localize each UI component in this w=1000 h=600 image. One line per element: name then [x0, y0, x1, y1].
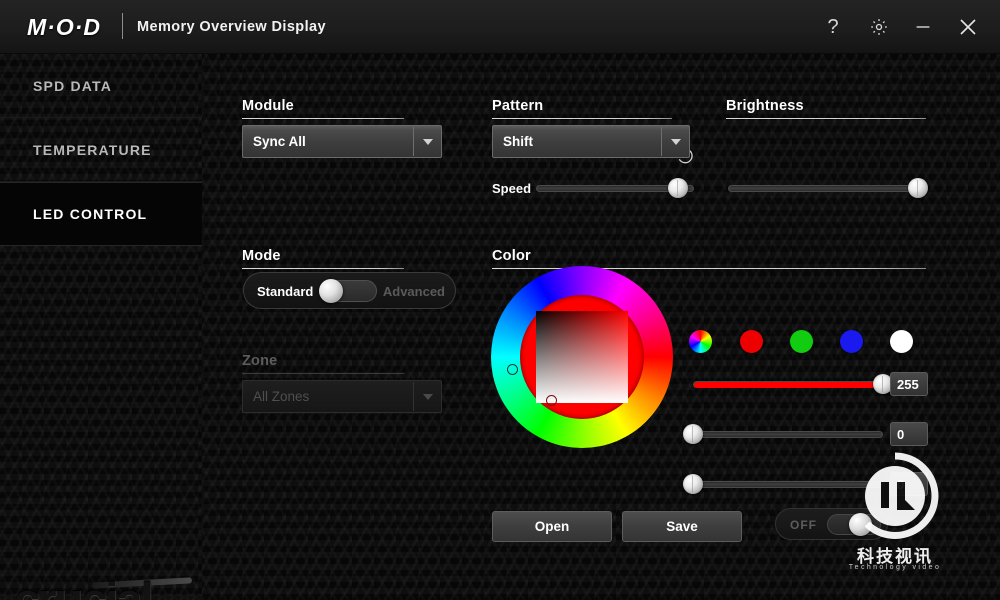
brand-separator — [122, 13, 123, 39]
close-icon — [960, 19, 976, 35]
led-power-label: OFF — [790, 518, 817, 532]
pattern-dropdown-value: Shift — [503, 134, 533, 149]
dropdown-separator — [413, 127, 414, 156]
blue-value-input[interactable]: 0 — [890, 472, 928, 496]
hue-marker[interactable] — [506, 363, 518, 375]
sidebar-item-label: SPD DATA — [33, 77, 113, 94]
zone-heading: Zone — [242, 353, 278, 369]
green-channel-slider[interactable] — [683, 424, 883, 446]
swatch-red[interactable] — [740, 330, 763, 353]
swatch-rainbow[interactable] — [689, 330, 712, 353]
chevron-down-icon — [423, 139, 433, 145]
red-channel-slider[interactable] — [693, 374, 893, 396]
main-panel: Module Sync All Pattern Shift Speed Brig… — [202, 54, 1000, 600]
dropdown-separator — [413, 382, 414, 411]
chevron-down-icon — [671, 139, 681, 145]
blue-channel-slider[interactable] — [683, 474, 883, 496]
sidebar-item-label: LED CONTROL — [33, 206, 148, 222]
brightness-slider-track[interactable] — [728, 185, 926, 192]
application-window: M·O·D Memory Overview Display ? SPD DATA… — [0, 0, 1000, 600]
app-title: Memory Overview Display — [137, 19, 326, 35]
brightness-heading: Brightness — [726, 98, 804, 114]
green-slider-track[interactable] — [693, 431, 883, 438]
app-brand: M·O·D — [27, 14, 101, 40]
brightness-rule — [726, 118, 926, 119]
sidebar-filler — [0, 246, 202, 596]
module-heading: Module — [242, 98, 294, 114]
saturation-value-square[interactable] — [536, 311, 628, 403]
speed-label: Speed — [492, 181, 532, 196]
color-heading: Color — [492, 248, 531, 264]
swatch-green[interactable] — [790, 330, 813, 353]
brightness-slider-handle[interactable] — [908, 178, 929, 198]
dropdown-separator — [661, 127, 662, 156]
chevron-down-icon — [423, 394, 433, 400]
green-value-input[interactable]: 0 — [890, 422, 928, 446]
blue-slider-handle[interactable] — [683, 474, 703, 494]
save-button[interactable]: Save — [622, 511, 742, 542]
module-rule — [242, 118, 404, 119]
zone-dropdown: All Zones — [242, 380, 442, 413]
red-value-input[interactable]: 255 — [890, 372, 928, 396]
pattern-dropdown[interactable]: Shift — [492, 125, 690, 158]
mode-toggle-handle[interactable] — [319, 279, 343, 303]
brightness-slider[interactable] — [728, 178, 929, 198]
settings-button[interactable] — [862, 10, 896, 44]
open-button[interactable]: Open — [492, 511, 612, 542]
module-dropdown-value: Sync All — [253, 134, 306, 149]
speed-slider[interactable] — [536, 178, 694, 198]
sidebar-item-temperature[interactable]: TEMPERATURE — [0, 118, 202, 182]
mode-toggle[interactable]: Standard Advanced — [243, 272, 456, 309]
sidebar-item-led-control[interactable]: LED CONTROL — [0, 182, 202, 246]
mode-standard-label: Standard — [257, 284, 314, 299]
color-wheel[interactable] — [491, 266, 673, 448]
zone-dropdown-value: All Zones — [253, 389, 310, 404]
pattern-rule — [492, 118, 672, 119]
sidebar: SPD DATA TEMPERATURE LED CONTROL crucial… — [0, 54, 202, 600]
sidebar-item-label: TEMPERATURE — [33, 141, 152, 158]
swatch-blue[interactable] — [840, 330, 863, 353]
led-power-handle[interactable] — [849, 513, 872, 536]
mode-heading: Mode — [242, 248, 281, 264]
speed-slider-handle[interactable] — [668, 178, 689, 198]
minimize-icon — [916, 26, 930, 28]
mode-rule — [242, 268, 404, 269]
pattern-heading: Pattern — [492, 98, 544, 114]
title-bar: M·O·D Memory Overview Display ? — [0, 0, 1000, 54]
blue-slider-track[interactable] — [693, 481, 883, 488]
swatch-white[interactable] — [890, 330, 913, 353]
zone-rule — [242, 373, 404, 374]
module-dropdown[interactable]: Sync All — [242, 125, 442, 158]
led-power-toggle[interactable]: OFF — [775, 508, 888, 540]
saturation-value-marker[interactable] — [545, 394, 557, 406]
close-button[interactable] — [951, 10, 985, 44]
minimize-button[interactable] — [906, 10, 940, 44]
red-slider-fill — [694, 382, 882, 388]
help-button[interactable]: ? — [816, 10, 850, 44]
mode-advanced-label: Advanced — [382, 284, 445, 299]
sidebar-item-spd-data[interactable]: SPD DATA — [0, 54, 202, 118]
gear-icon — [871, 19, 887, 35]
green-slider-handle[interactable] — [683, 424, 703, 444]
